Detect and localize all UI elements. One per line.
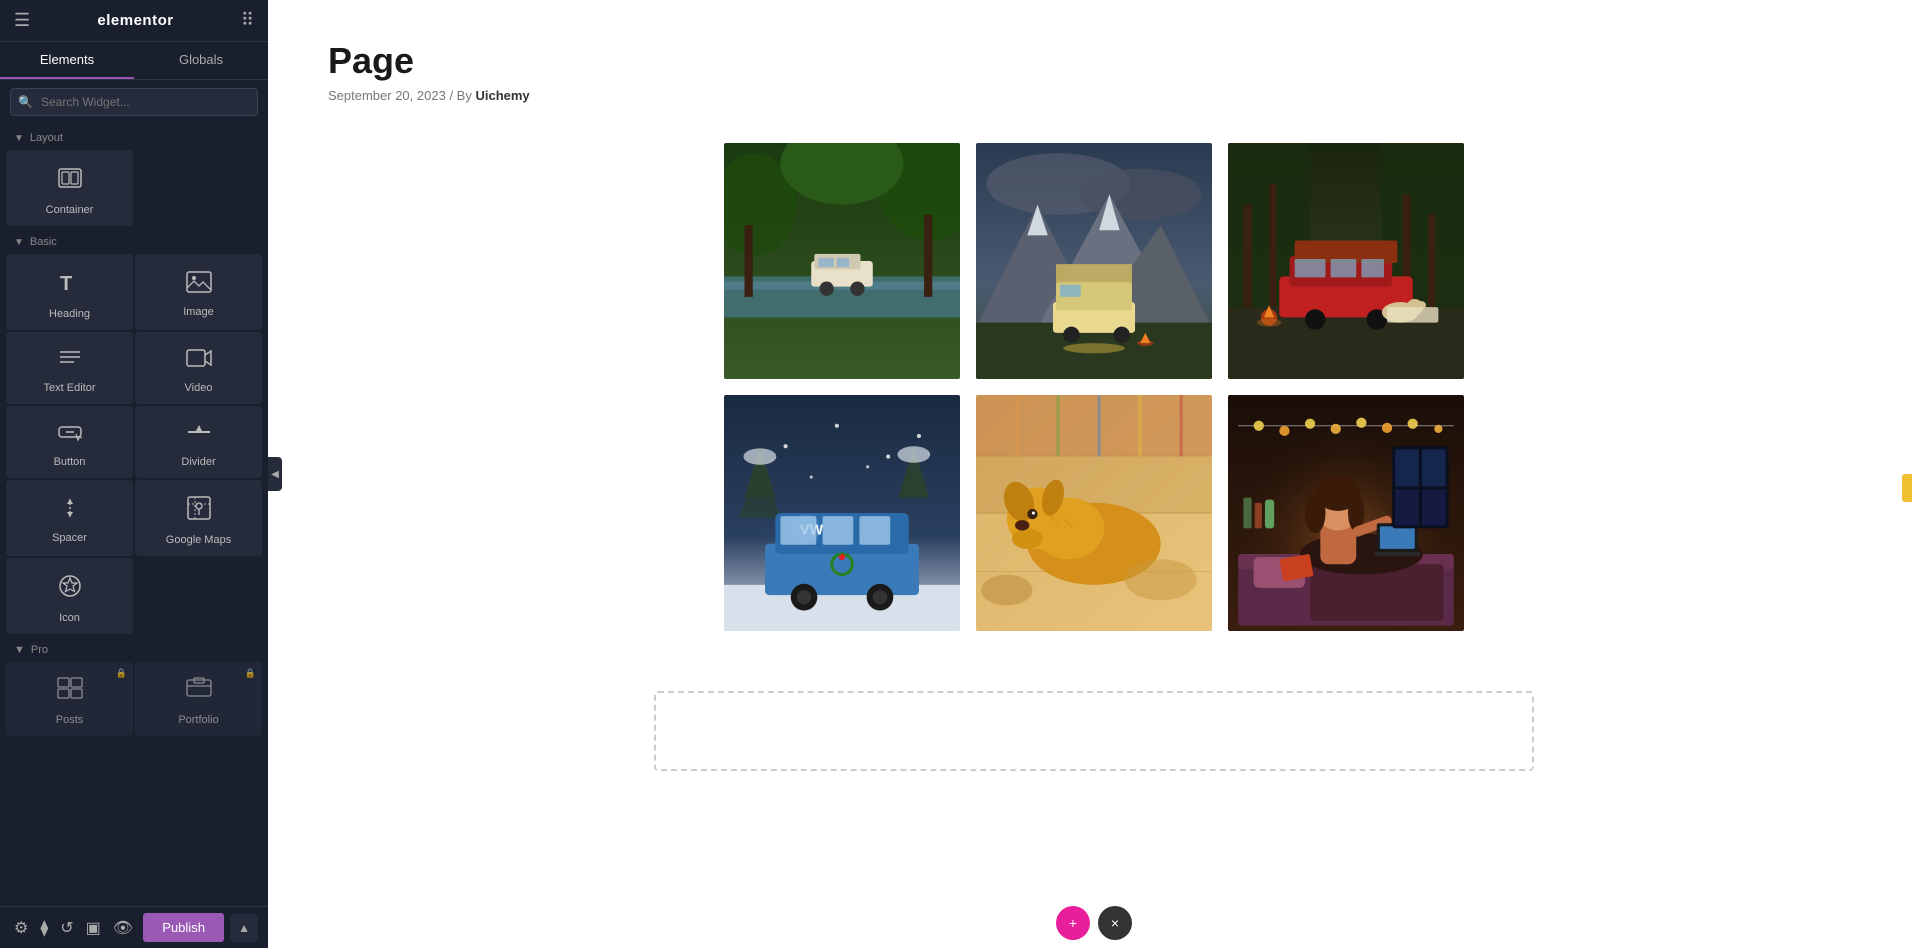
arrow-icon-basic: ▼ (14, 237, 24, 248)
gallery-item-1 (724, 143, 960, 379)
section-label-basic: ▼ Basic (0, 228, 268, 252)
widget-spacer-label: Spacer (52, 532, 87, 544)
publish-arrow-button[interactable]: ▲ (230, 914, 258, 942)
widget-icon[interactable]: Icon (6, 558, 133, 634)
gallery-item-2 (976, 143, 1212, 379)
widget-google-maps-label: Google Maps (166, 534, 231, 546)
close-section-button[interactable]: × (1098, 906, 1132, 940)
sidebar-header: ☰ elementor ⠿ (0, 0, 268, 42)
widget-divider-label: Divider (181, 456, 215, 468)
search-box: 🔍 (0, 80, 268, 124)
layers-icon[interactable]: ⧫ (36, 914, 52, 942)
icon-widget-icon (56, 572, 84, 604)
page-author: Uichemy (475, 88, 529, 103)
section-label-pro: ▼ Pro (0, 636, 268, 660)
button-icon (56, 420, 84, 448)
arrow-icon-pro: ▼ (14, 644, 25, 656)
widget-google-maps[interactable]: Google Maps (135, 480, 262, 556)
add-section-button[interactable]: + (1056, 906, 1090, 940)
widget-heading[interactable]: T Heading (6, 254, 133, 330)
widget-container-label: Container (46, 204, 94, 216)
search-input[interactable] (10, 88, 258, 116)
posts-icon (56, 676, 84, 706)
widget-divider[interactable]: Divider (135, 406, 262, 478)
widget-icon-label: Icon (59, 612, 80, 624)
widget-spacer[interactable]: Spacer (6, 480, 133, 556)
sidebar-title: elementor (97, 12, 173, 29)
grid-icon[interactable]: ⠿ (241, 10, 254, 31)
tab-elements[interactable]: Elements (0, 42, 134, 79)
publish-area: ⚙ ⧫ ↺ ▣ 👁 Publish ▲ (0, 906, 268, 948)
sidebar-tabs: Elements Globals (0, 42, 268, 80)
tab-globals[interactable]: Globals (134, 42, 268, 79)
scroll-indicator (1902, 474, 1912, 502)
widget-video-label: Video (185, 382, 213, 394)
portfolio-icon (185, 676, 213, 706)
search-icon: 🔍 (18, 95, 33, 109)
widget-image[interactable]: Image (135, 254, 262, 330)
canvas-area: Page September 20, 2023 / By Uichemy (268, 0, 1920, 948)
section-label-layout: ▼ Layout (0, 124, 268, 148)
widget-portfolio: 🔒 Portfolio (135, 662, 262, 736)
pro-widgets-grid: 🔒 Posts 🔒 Portfolio (0, 660, 268, 738)
widget-text-editor[interactable]: Text Editor (6, 332, 133, 404)
sidebar: ☰ elementor ⠿ Elements Globals 🔍 ▼ Layou… (0, 0, 268, 948)
gallery-item-3 (1228, 143, 1464, 379)
widget-heading-label: Heading (49, 308, 90, 320)
lock-badge: 🔒 (116, 668, 127, 679)
gallery-item-5 (976, 395, 1212, 631)
settings-icon[interactable]: ⚙ (10, 914, 32, 942)
widget-portfolio-label: Portfolio (178, 714, 218, 726)
drop-zone[interactable] (654, 691, 1534, 771)
responsive-icon[interactable]: ▣ (82, 914, 105, 942)
page-title: Page (328, 40, 1860, 82)
history-icon[interactable]: ↺ (56, 914, 77, 942)
widget-container[interactable]: Container (6, 150, 133, 226)
svg-text:T: T (60, 273, 72, 295)
page-date: September 20, 2023 (328, 88, 446, 103)
text-editor-icon (56, 346, 84, 374)
container-icon (56, 164, 84, 196)
page-meta: September 20, 2023 / By Uichemy (328, 88, 1860, 103)
widget-posts: 🔒 Posts (6, 662, 133, 736)
gallery-item-6 (1228, 395, 1464, 631)
google-maps-icon (185, 494, 213, 526)
basic-widgets-grid: T Heading Image (0, 252, 268, 636)
heading-icon: T (56, 268, 84, 300)
widget-button[interactable]: Button (6, 406, 133, 478)
lock-badge-2: 🔒 (245, 668, 256, 679)
widget-image-label: Image (183, 306, 214, 318)
gallery-item-4: VW (724, 395, 960, 631)
arrow-icon: ▼ (14, 133, 24, 144)
widget-text-editor-label: Text Editor (44, 382, 96, 394)
divider-icon (185, 420, 213, 448)
widget-button-label: Button (54, 456, 86, 468)
layout-widgets-grid: Container (0, 148, 268, 228)
gallery-grid: VW (724, 143, 1464, 631)
widget-posts-label: Posts (56, 714, 84, 726)
hamburger-icon[interactable]: ☰ (14, 10, 30, 31)
publish-button[interactable]: Publish (143, 913, 224, 942)
video-icon (185, 346, 213, 374)
widget-video[interactable]: Video (135, 332, 262, 404)
eye-icon[interactable]: 👁 (109, 914, 137, 942)
image-icon (185, 270, 213, 298)
spacer-icon (56, 496, 84, 524)
sidebar-collapse-tab[interactable]: ◀ (268, 457, 282, 491)
